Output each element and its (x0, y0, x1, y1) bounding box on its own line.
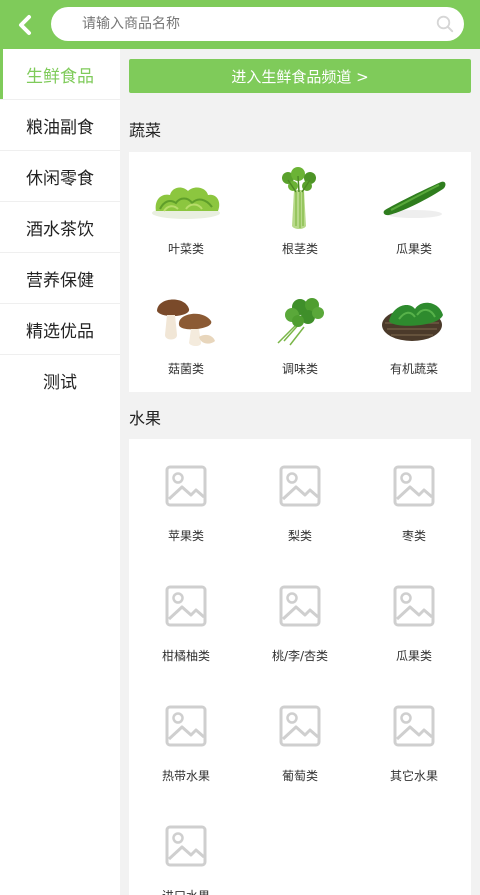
search-icon[interactable] (436, 15, 454, 33)
sidebar-item-label: 粮油副食 (26, 117, 94, 138)
category-item[interactable]: 叶菜类 (129, 152, 243, 272)
image-placeholder-icon (260, 453, 340, 519)
back-button[interactable] (10, 10, 40, 40)
image-placeholder-icon (260, 573, 340, 639)
category-sidebar: 生鲜食品 粮油副食 休闲零食 酒水茶饮 营养保健 精选优品 测试 (0, 49, 120, 895)
category-label: 根茎类 (281, 242, 318, 256)
section-title-vegetables: 蔬菜 (129, 121, 162, 140)
spinach-basket-image (374, 286, 454, 352)
image-placeholder-icon (374, 573, 454, 639)
category-item[interactable]: 有机蔬菜 (357, 272, 471, 392)
sidebar-item-drinks[interactable]: 酒水茶饮 (0, 202, 120, 253)
category-label: 葡萄类 (281, 769, 318, 783)
category-label: 热带水果 (161, 769, 210, 783)
cilantro-image (260, 286, 340, 352)
sidebar-item-grain-oil[interactable]: 粮油副食 (0, 100, 120, 151)
category-label: 其它水果 (389, 769, 438, 783)
celery-image (260, 166, 340, 232)
category-item[interactable]: 梨类 (243, 439, 357, 559)
top-bar (0, 0, 480, 49)
main-content: 进入生鲜食品频道 > 蔬菜 叶菜类 根茎类 瓜果类 菇菌类 调味类 有机蔬菜 水… (120, 49, 480, 895)
category-label: 苹果类 (167, 529, 204, 543)
sidebar-item-label: 生鲜食品 (26, 66, 94, 87)
sidebar-item-label: 营养保健 (26, 270, 94, 291)
category-label: 枣类 (401, 529, 426, 543)
category-item[interactable]: 葡萄类 (243, 679, 357, 799)
category-item[interactable]: 菇菌类 (129, 272, 243, 392)
category-item[interactable]: 热带水果 (129, 679, 243, 799)
category-item[interactable]: 调味类 (243, 272, 357, 392)
category-item[interactable]: 进口水果 (129, 799, 243, 895)
sidebar-item-test[interactable]: 测试 (0, 355, 120, 406)
sidebar-item-selected[interactable]: 精选优品 (0, 304, 120, 355)
enter-channel-button[interactable]: 进入生鲜食品频道 > (129, 59, 471, 93)
category-item[interactable]: 瓜果类 (357, 559, 471, 679)
category-label: 有机蔬菜 (389, 362, 438, 376)
category-label: 进口水果 (162, 887, 210, 895)
vegetables-panel: 叶菜类 根茎类 瓜果类 菇菌类 调味类 有机蔬菜 (129, 152, 471, 392)
category-label: 菇菌类 (167, 362, 204, 376)
category-label: 瓜果类 (395, 242, 432, 256)
category-label: 叶菜类 (167, 242, 204, 256)
category-label: 梨类 (287, 529, 312, 543)
image-placeholder-icon (146, 813, 226, 879)
category-item[interactable]: 苹果类 (129, 439, 243, 559)
image-placeholder-icon (146, 693, 226, 759)
category-item[interactable]: 其它水果 (357, 679, 471, 799)
category-label: 桃/李/杏类 (271, 649, 329, 663)
image-placeholder-icon (146, 573, 226, 639)
category-item[interactable]: 瓜果类 (357, 152, 471, 272)
category-label: 柑橘柚类 (161, 649, 210, 663)
lettuce-image (146, 166, 226, 232)
sidebar-item-nutrition[interactable]: 营养保健 (0, 253, 120, 304)
category-label: 瓜果类 (395, 649, 432, 663)
sidebar-item-label: 休闲零食 (26, 168, 94, 189)
fruits-panel: 苹果类 梨类 枣类 柑橘柚类 桃/李/杏类 瓜果类 热带水果 葡萄类 其它水果 (129, 439, 471, 895)
sidebar-item-label: 测试 (43, 373, 77, 393)
category-label: 调味类 (281, 362, 318, 376)
category-item[interactable]: 枣类 (357, 439, 471, 559)
image-placeholder-icon (260, 693, 340, 759)
category-item[interactable]: 柑橘柚类 (129, 559, 243, 679)
category-item[interactable]: 根茎类 (243, 152, 357, 272)
search-input[interactable] (51, 7, 464, 41)
sidebar-item-label: 酒水茶饮 (26, 219, 94, 240)
image-placeholder-icon (374, 453, 454, 519)
image-placeholder-icon (146, 453, 226, 519)
image-placeholder-icon (374, 693, 454, 759)
sidebar-item-snacks[interactable]: 休闲零食 (0, 151, 120, 202)
cucumber-image (374, 166, 454, 232)
search-box (51, 7, 464, 41)
sidebar-item-fresh-food[interactable]: 生鲜食品 (0, 49, 120, 100)
category-item[interactable]: 桃/李/杏类 (243, 559, 357, 679)
section-title-fruits: 水果 (129, 409, 162, 428)
sidebar-item-label: 精选优品 (26, 321, 94, 342)
chevron-left-icon (19, 15, 31, 35)
mushroom-image (146, 286, 226, 352)
